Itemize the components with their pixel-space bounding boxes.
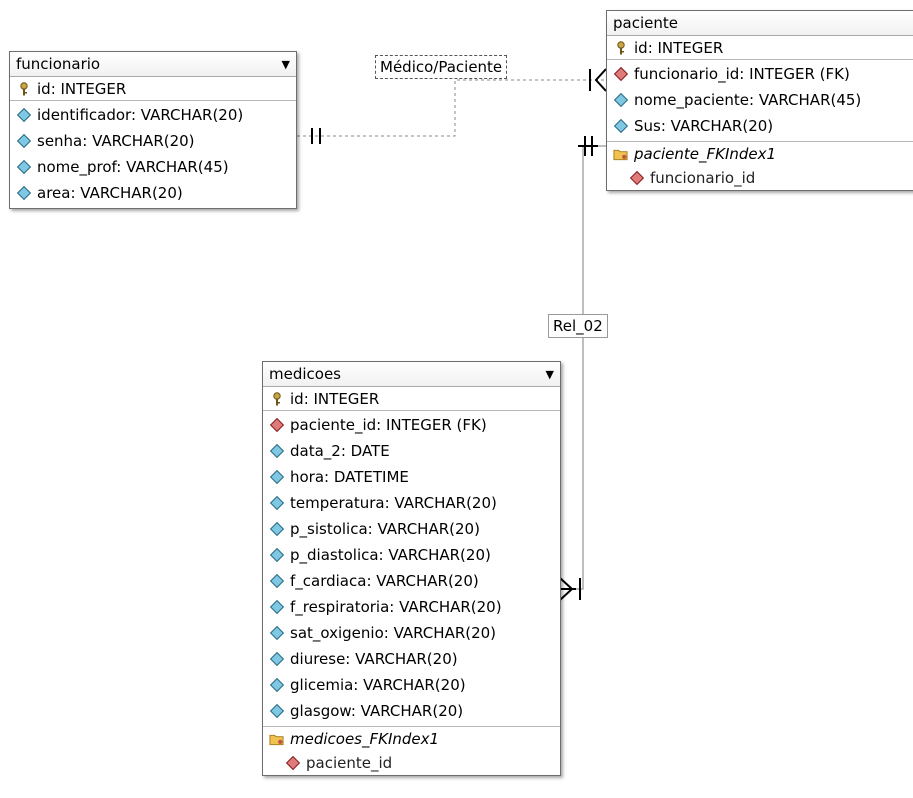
field-row[interactable]: hora: DATETIME <box>263 464 560 490</box>
diamond-icon <box>269 469 284 485</box>
table-title: paciente <box>613 14 678 32</box>
table-title: funcionario <box>16 55 101 73</box>
pk-label: id: INTEGER <box>290 389 380 408</box>
table-funcionario[interactable]: funcionario ▼ id: INTEGER identificador:… <box>9 51 297 209</box>
medico-paciente-line <box>297 79 606 137</box>
fk-diamond-icon <box>613 66 628 82</box>
diamond-icon <box>269 625 284 641</box>
field-label: temperatura: VARCHAR(20) <box>290 494 497 512</box>
rel-02-line <box>560 145 606 590</box>
index-field-row[interactable]: paciente_id <box>263 751 560 775</box>
fk-diamond-icon <box>629 170 644 186</box>
field-label: nome_prof: VARCHAR(45) <box>37 158 229 176</box>
field-label: glasgow: VARCHAR(20) <box>290 702 464 720</box>
relation-label-medico-paciente[interactable]: Médico/Paciente <box>375 55 508 79</box>
key-icon <box>269 391 284 406</box>
field-label: area: VARCHAR(20) <box>37 184 183 202</box>
diamond-icon <box>16 133 31 149</box>
diamond-icon <box>269 573 284 589</box>
index-row[interactable]: medicoes_FKIndex1 <box>263 727 560 751</box>
field-row[interactable]: sat_oxigenio: VARCHAR(20) <box>263 620 560 646</box>
field-label: f_cardiaca: VARCHAR(20) <box>290 572 479 590</box>
index-field-label: paciente_id <box>306 754 393 772</box>
field-label: hora: DATETIME <box>290 468 409 486</box>
pk-label: id: INTEGER <box>634 38 724 57</box>
fields-list: paciente_id: INTEGER (FK) data_2: DATE hor… <box>263 411 560 726</box>
table-header[interactable]: paciente ▼ <box>607 11 913 36</box>
field-row[interactable]: area: VARCHAR(20) <box>10 180 296 206</box>
field-label: data_2: DATE <box>290 442 390 460</box>
field-label: p_diastolica: VARCHAR(20) <box>290 546 491 564</box>
diamond-icon <box>269 495 284 511</box>
table-title: medicoes <box>269 365 341 383</box>
diamond-icon <box>269 703 284 719</box>
field-label: funcionario_id: INTEGER (FK) <box>634 65 850 83</box>
index-name: medicoes_FKIndex1 <box>290 730 440 748</box>
field-row[interactable]: identificador: VARCHAR(20) <box>10 102 296 128</box>
field-label: sat_oxigenio: VARCHAR(20) <box>290 624 497 642</box>
fields-list: identificador: VARCHAR(20) senha: VARCHAR… <box>10 101 296 208</box>
table-header[interactable]: medicoes ▼ <box>263 362 560 387</box>
diamond-icon <box>269 651 284 667</box>
field-row[interactable]: funcionario_id: INTEGER (FK) <box>607 61 913 87</box>
field-label: f_respiratoria: VARCHAR(20) <box>290 598 502 616</box>
field-row[interactable]: p_diastolica: VARCHAR(20) <box>263 542 560 568</box>
table-paciente[interactable]: paciente ▼ id: INTEGER funcionario_id: I… <box>606 10 913 191</box>
field-row[interactable]: diurese: VARCHAR(20) <box>263 646 560 672</box>
diamond-icon <box>613 92 628 108</box>
field-label: identificador: VARCHAR(20) <box>37 106 244 124</box>
diamond-icon <box>269 599 284 615</box>
relation-label-rel-02[interactable]: Rel_02 <box>548 314 608 338</box>
field-row[interactable]: data_2: DATE <box>263 438 560 464</box>
field-row[interactable]: temperatura: VARCHAR(20) <box>263 490 560 516</box>
diamond-icon <box>269 443 284 459</box>
primary-key-row[interactable]: id: INTEGER <box>10 77 296 101</box>
field-row[interactable]: f_respiratoria: VARCHAR(20) <box>263 594 560 620</box>
field-label: Sus: VARCHAR(20) <box>634 117 774 135</box>
primary-key-row[interactable]: id: INTEGER <box>263 387 560 411</box>
index-folder-icon <box>613 147 628 162</box>
index-section: medicoes_FKIndex1 paciente_id <box>263 726 560 775</box>
diamond-icon <box>16 185 31 201</box>
index-field-label: funcionario_id <box>650 169 756 187</box>
index-folder-icon <box>269 732 284 747</box>
fk-diamond-icon <box>269 417 284 433</box>
diamond-icon <box>269 521 284 537</box>
primary-key-row[interactable]: id: INTEGER <box>607 36 913 60</box>
pk-label: id: INTEGER <box>37 79 127 98</box>
index-section: paciente_FKIndex1 funcionario_id <box>607 141 913 190</box>
field-label: diurese: VARCHAR(20) <box>290 650 458 668</box>
fk-diamond-icon <box>285 755 300 771</box>
key-icon <box>16 81 31 96</box>
field-label: glicemia: VARCHAR(20) <box>290 676 466 694</box>
field-row[interactable]: Sus: VARCHAR(20) <box>607 113 913 139</box>
table-header[interactable]: funcionario ▼ <box>10 52 296 77</box>
field-label: senha: VARCHAR(20) <box>37 132 195 150</box>
field-row[interactable]: paciente_id: INTEGER (FK) <box>263 412 560 438</box>
dropdown-arrow-icon[interactable]: ▼ <box>546 368 554 381</box>
diamond-icon <box>269 677 284 693</box>
diamond-icon <box>613 118 628 134</box>
field-row[interactable]: nome_paciente: VARCHAR(45) <box>607 87 913 113</box>
diamond-icon <box>269 547 284 563</box>
table-medicoes[interactable]: medicoes ▼ id: INTEGER paciente_id: INTE… <box>262 361 561 776</box>
index-field-row[interactable]: funcionario_id <box>607 166 913 190</box>
diamond-icon <box>16 107 31 123</box>
index-name: paciente_FKIndex1 <box>634 145 777 163</box>
fields-list: funcionario_id: INTEGER (FK) nome_pacient… <box>607 60 913 141</box>
key-icon <box>613 40 628 55</box>
field-row[interactable]: glasgow: VARCHAR(20) <box>263 698 560 724</box>
index-row[interactable]: paciente_FKIndex1 <box>607 142 913 166</box>
field-row[interactable]: nome_prof: VARCHAR(45) <box>10 154 296 180</box>
dropdown-arrow-icon[interactable]: ▼ <box>282 58 290 71</box>
diamond-icon <box>16 159 31 175</box>
field-row[interactable]: glicemia: VARCHAR(20) <box>263 672 560 698</box>
field-row[interactable]: f_cardiaca: VARCHAR(20) <box>263 568 560 594</box>
field-row[interactable]: p_sistolica: VARCHAR(20) <box>263 516 560 542</box>
field-row[interactable]: senha: VARCHAR(20) <box>10 128 296 154</box>
field-label: paciente_id: INTEGER (FK) <box>290 416 487 434</box>
field-label: p_sistolica: VARCHAR(20) <box>290 520 480 538</box>
field-label: nome_paciente: VARCHAR(45) <box>634 91 862 109</box>
